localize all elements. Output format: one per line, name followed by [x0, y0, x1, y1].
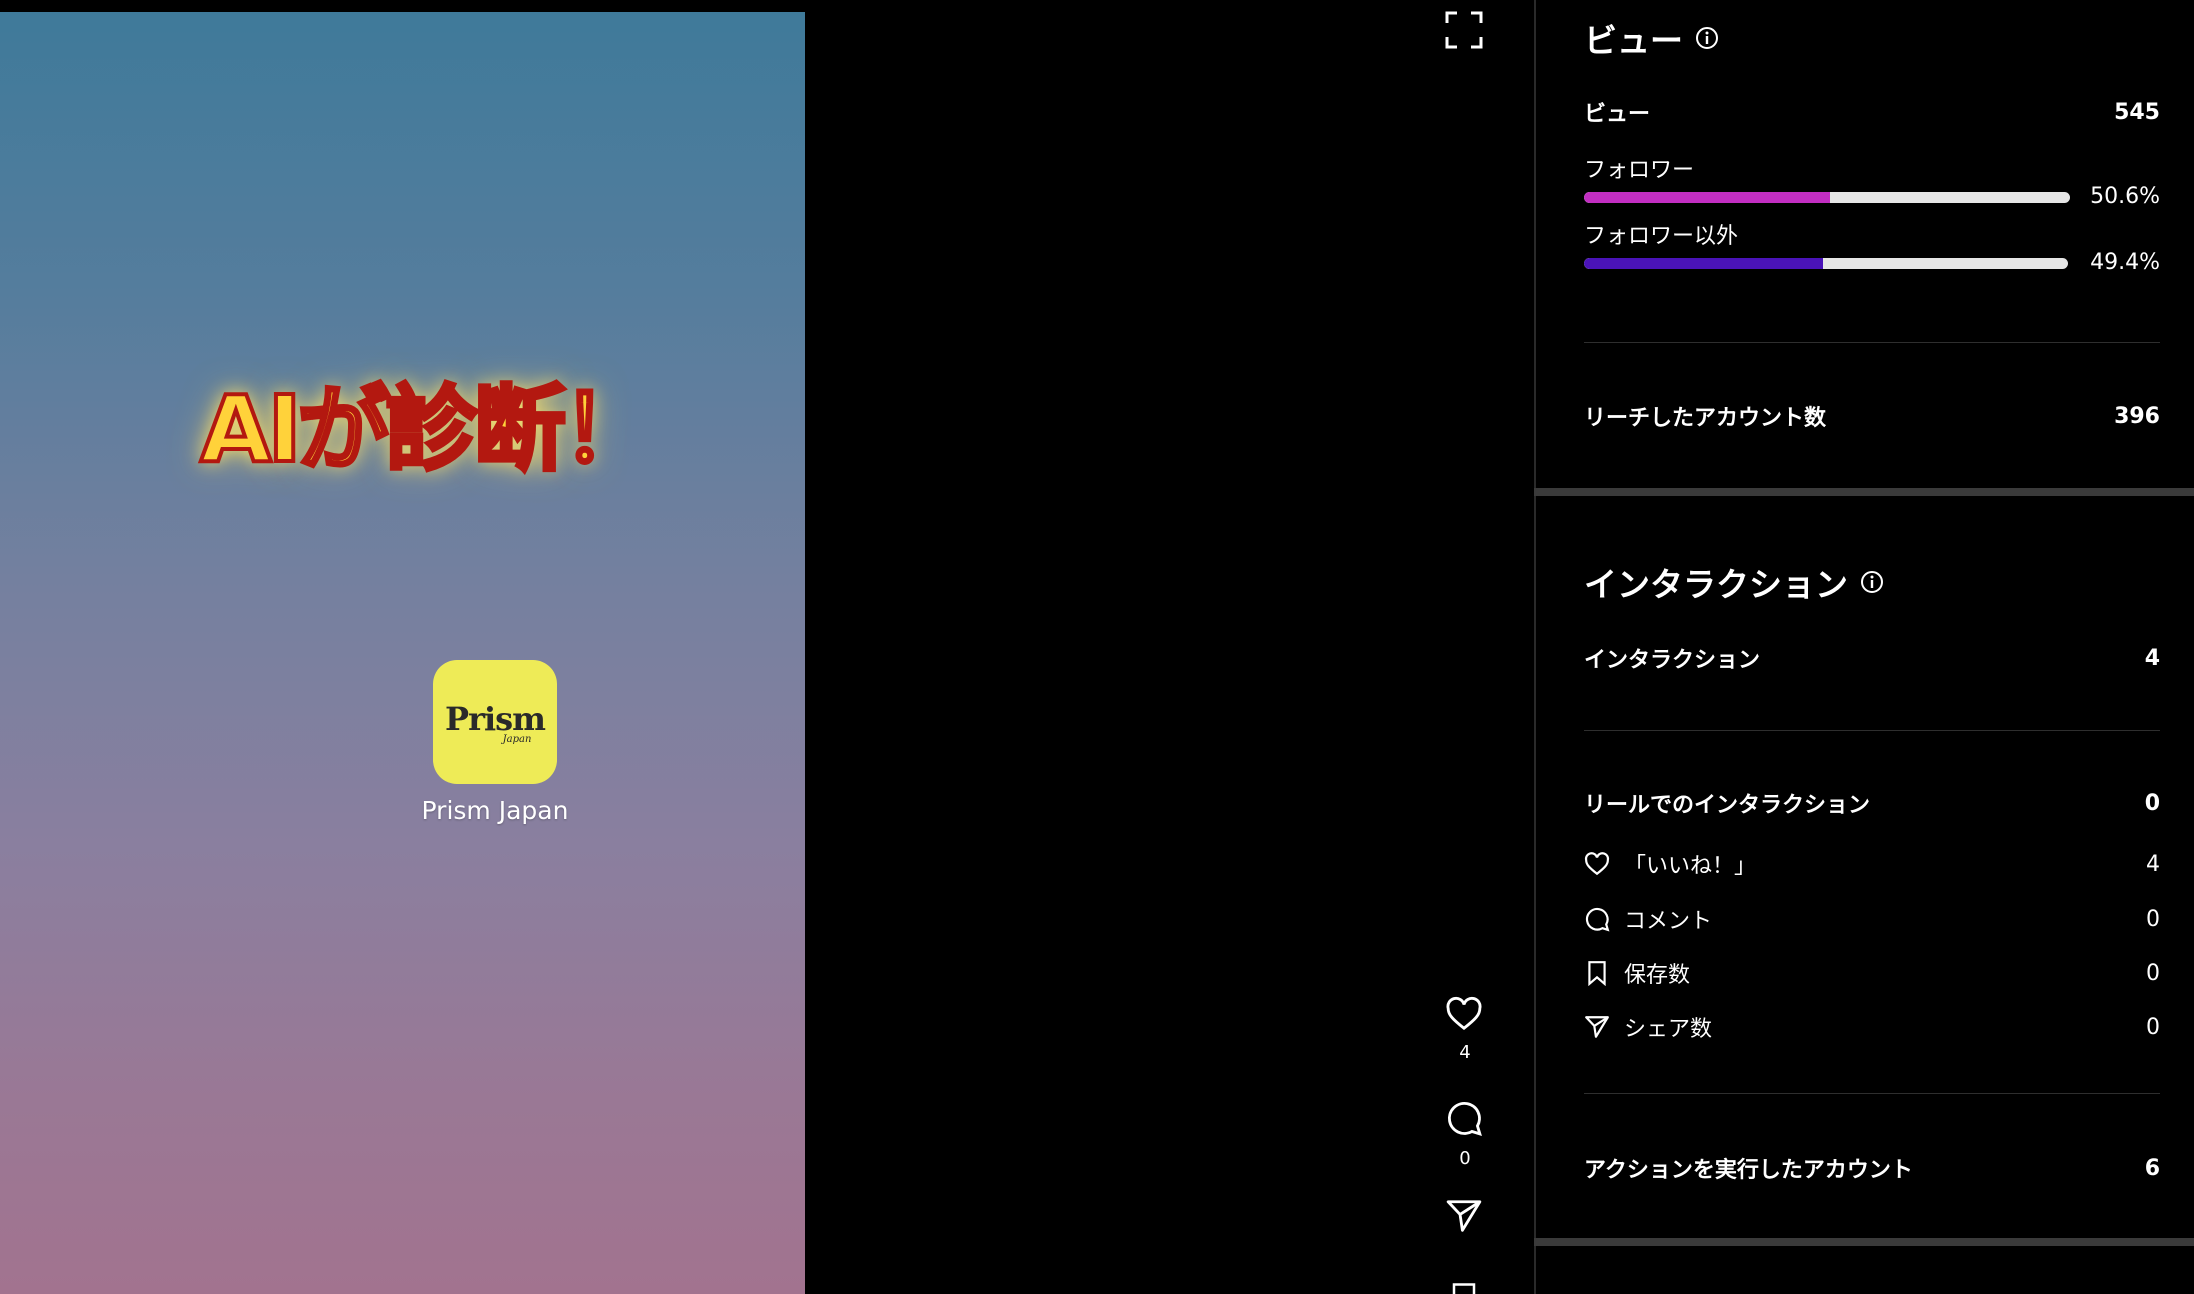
divider: [1584, 1093, 2160, 1094]
likes-row: 「いいね！」 4: [1584, 848, 2160, 880]
accounts-engaged-label: アクションを実行したアカウント: [1584, 1158, 1913, 1183]
shares-row: シェア数 0: [1584, 1011, 2160, 1043]
info-icon[interactable]: [1860, 570, 1884, 594]
saves-label: 保存数: [1624, 963, 1691, 988]
comment-icon: [1585, 907, 1610, 932]
share-icon[interactable]: [1444, 1196, 1484, 1236]
app-label: Prism Japan: [421, 796, 569, 825]
followers-label: フォロワー: [1584, 158, 1695, 183]
nonfollowers-pct: 49.4%: [2090, 250, 2160, 275]
comments-row: コメント 0: [1584, 903, 2160, 935]
bookmark-icon: [1588, 961, 1606, 986]
heart-icon: [1584, 852, 1610, 876]
video-overlay-text: AIが診断！: [198, 376, 655, 483]
reach-row: リーチしたアカウント数 396: [1584, 400, 2160, 432]
divider: [1584, 730, 2160, 731]
section-divider: [1534, 1238, 2194, 1246]
reel-video-preview[interactable]: AIが診断！ Prism Japan Prism Japan: [0, 12, 805, 1294]
shares-label: シェア数: [1624, 1017, 1713, 1042]
reel-interactions-value: 0: [2144, 790, 2160, 816]
reel-interactions-row: リールでのインタラクション 0: [1584, 787, 2160, 819]
share-icon: [1585, 1016, 1609, 1038]
likes-label: 「いいね！」: [1624, 854, 1757, 879]
accounts-engaged-value: 6: [2144, 1155, 2160, 1181]
heart-icon[interactable]: [1444, 994, 1484, 1034]
followers-bar-fill: [1584, 192, 1830, 203]
section-divider: [1534, 488, 2194, 496]
shares-value: 0: [2146, 1014, 2160, 1040]
interactions-title-text: インタラクション: [1584, 565, 1848, 604]
followers-bar: [1584, 192, 2070, 203]
info-icon[interactable]: [1695, 26, 1719, 50]
app-logo-subtext: Japan: [502, 733, 532, 745]
interactions-total-value: 4: [2144, 645, 2160, 671]
app-logo-text: Prism: [445, 699, 546, 738]
likes-count: 4: [1459, 1042, 1471, 1063]
interactions-section-title: インタラクション: [1584, 558, 1884, 606]
views-section-title: ビュー: [1584, 14, 1719, 62]
comments-label: コメント: [1624, 909, 1713, 934]
nonfollowers-label: フォロワー以外: [1584, 224, 1739, 249]
views-total-value: 545: [2114, 99, 2160, 125]
comments-count: 0: [1459, 1148, 1471, 1169]
interactions-total-label: インタラクション: [1584, 648, 1761, 673]
accounts-engaged-row: アクションを実行したアカウント 6: [1584, 1152, 2160, 1184]
saves-value: 0: [2146, 960, 2160, 986]
likes-value: 4: [2146, 851, 2160, 877]
bookmark-icon[interactable]: [1448, 1282, 1480, 1294]
views-title-text: ビュー: [1584, 21, 1683, 60]
comment-icon[interactable]: [1444, 1098, 1484, 1138]
nonfollowers-bar-fill: [1584, 258, 1824, 269]
reach-value: 396: [2114, 403, 2160, 429]
views-total-row: ビュー 545: [1584, 96, 2160, 128]
nonfollowers-bar: [1584, 258, 2068, 269]
reach-label: リーチしたアカウント数: [1584, 406, 1827, 431]
fullscreen-icon[interactable]: [1444, 10, 1484, 50]
interactions-total-row: インタラクション 4: [1584, 642, 2160, 674]
followers-pct: 50.6%: [2090, 184, 2160, 209]
prism-japan-app-icon: Prism Japan: [433, 660, 557, 784]
comments-value: 0: [2146, 906, 2160, 932]
reel-interactions-label: リールでのインタラクション: [1584, 793, 1871, 818]
saves-row: 保存数 0: [1584, 957, 2160, 989]
views-total-label: ビュー: [1584, 102, 1651, 127]
divider: [1584, 342, 2160, 343]
